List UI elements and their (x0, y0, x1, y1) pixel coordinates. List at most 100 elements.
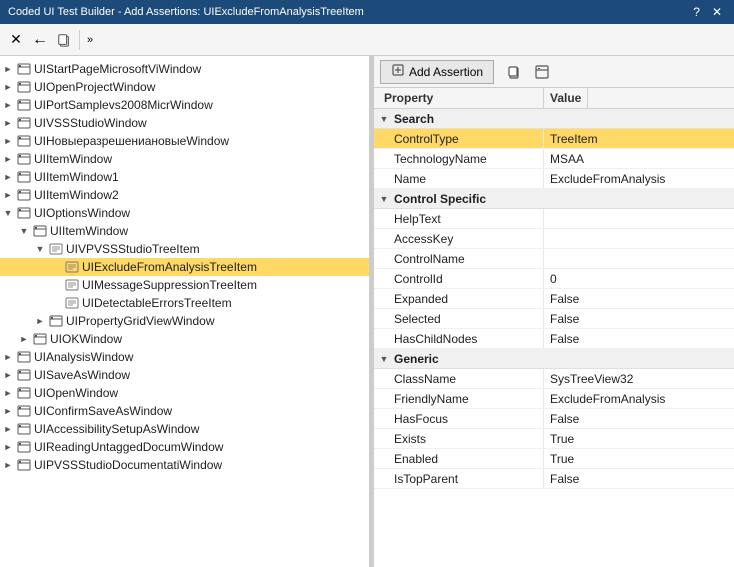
prop-row[interactable]: Expanded False (374, 289, 734, 309)
prop-name: Name (374, 169, 544, 188)
prop-row[interactable]: HelpText (374, 209, 734, 229)
prop-row[interactable]: ClassName SysTreeView32 (374, 369, 734, 389)
prop-value: False (544, 409, 734, 428)
prop-row[interactable]: Enabled True (374, 449, 734, 469)
prop-row[interactable]: Selected False (374, 309, 734, 329)
close-button[interactable]: ✕ (708, 5, 726, 19)
tree-item[interactable]: ►UIOpenWindow (0, 384, 369, 402)
prop-row[interactable]: Name ExcludeFromAnalysis (374, 169, 734, 189)
tree-item-label: UIItemWindow (34, 152, 112, 166)
tree-item[interactable]: ► UISaveAsWindow (0, 366, 369, 384)
tree-item[interactable]: ► UIPortSamplevs2008MicrWindow (0, 96, 369, 114)
prop-row[interactable]: FriendlyName ExcludeFromAnalysis (374, 389, 734, 409)
prop-row[interactable]: ControlType TreeItem (374, 129, 734, 149)
tree-item[interactable]: ► UIAccessibilitySetupAsWindow (0, 420, 369, 438)
property-col-header: Property (374, 88, 544, 108)
tree-expander-icon[interactable]: ► (0, 457, 16, 473)
tree-item-label: UIVSSStudioWindow (34, 116, 147, 130)
add-assertion-button[interactable]: Add Assertion (380, 60, 494, 84)
tree-item-icon (16, 169, 32, 185)
tree-item[interactable]: UIExcludeFromAnalysisTreeItem (0, 258, 369, 276)
tree-item-label: UIPortSamplevs2008MicrWindow (34, 98, 213, 112)
tree-item-label: UISaveAsWindow (34, 368, 130, 382)
tree-expander-icon[interactable]: ► (0, 61, 16, 77)
assertion-copy-button[interactable] (502, 60, 526, 84)
tree-item-icon (16, 205, 32, 221)
tree-expander-icon[interactable]: ► (0, 151, 16, 167)
tree-item-icon (16, 367, 32, 383)
prop-row[interactable]: ControlId 0 (374, 269, 734, 289)
prop-row[interactable]: HasChildNodes False (374, 329, 734, 349)
tree-item[interactable]: ▼UIItemWindow (0, 222, 369, 240)
tree-item-icon (16, 97, 32, 113)
tree-item-label: UIOpenProjectWindow (34, 80, 155, 94)
prop-row[interactable]: HasFocus False (374, 409, 734, 429)
tree-item[interactable]: ►UIPropertyGridViewWindow (0, 312, 369, 330)
prop-group-header[interactable]: ▼ Search (374, 109, 734, 129)
delete-button[interactable]: ✕ (4, 28, 28, 52)
tree-expander-icon[interactable]: ▼ (32, 241, 48, 257)
tree-item[interactable]: ►UIPVSSStudioDocumentatiWindow (0, 456, 369, 474)
prop-row[interactable]: TechnologyName MSAA (374, 149, 734, 169)
more-button[interactable]: » (83, 32, 97, 48)
tree-item-icon (16, 439, 32, 455)
tree-expander-icon[interactable]: ▼ (0, 205, 16, 221)
prop-name: HasChildNodes (374, 329, 544, 348)
tree-expander-icon[interactable]: ► (0, 115, 16, 131)
tree-item[interactable]: ► UIOpenProjectWindow (0, 78, 369, 96)
tree-item[interactable]: UIDetectableErrorsTreeItem (0, 294, 369, 312)
help-button[interactable]: ? (689, 5, 704, 19)
tree-item[interactable]: ► UIVSSStudioWindow (0, 114, 369, 132)
tree-item[interactable]: ► UIConfirmSaveAsWindow (0, 402, 369, 420)
tree-expander-icon[interactable]: ► (0, 169, 16, 185)
prop-row[interactable]: Exists True (374, 429, 734, 449)
tree-item-label: UIAccessibilitySetupAsWindow (34, 422, 199, 436)
tree-item[interactable]: ►UIItemWindow2 (0, 186, 369, 204)
assertion-window-button[interactable] (530, 60, 554, 84)
tree-item[interactable]: ▼UIOptionsWindow (0, 204, 369, 222)
tree-expander-icon[interactable]: ► (0, 367, 16, 383)
tree-item-label: UIConfirmSaveAsWindow (34, 404, 172, 418)
add-icon (391, 63, 405, 80)
tree-item[interactable]: ►UIItemWindow1 (0, 168, 369, 186)
copy-button[interactable] (52, 28, 76, 52)
tree-item[interactable]: ► UIItemWindow (0, 150, 369, 168)
title-text: Coded UI Test Builder - Add Assertions: … (8, 6, 364, 18)
tree-item[interactable]: UIMessageSuppressionTreeItem (0, 276, 369, 294)
tree-item-label: UIDetectableErrorsTreeItem (82, 296, 232, 310)
prop-name: ControlId (374, 269, 544, 288)
prop-row[interactable]: IsTopParent False (374, 469, 734, 489)
tree-item[interactable]: ▼UIVPVSSStudioTreeItem (0, 240, 369, 258)
tree-item[interactable]: ► UIStartPageMicrosoftViWindow (0, 60, 369, 78)
prop-row[interactable]: AccessKey (374, 229, 734, 249)
back-button[interactable]: ← (28, 28, 52, 52)
tree-item[interactable]: ►UIAnalysisWindow (0, 348, 369, 366)
tree-expander-icon[interactable]: ► (0, 403, 16, 419)
group-label: Search (394, 112, 434, 126)
prop-value (544, 229, 734, 248)
tree-expander-icon[interactable]: ► (0, 349, 16, 365)
prop-name: AccessKey (374, 229, 544, 248)
group-expander-icon: ▼ (374, 194, 394, 204)
assertion-toolbar: Add Assertion (374, 56, 734, 88)
tree-item-label: UIStartPageMicrosoftViWindow (34, 62, 201, 76)
tree-expander-icon[interactable]: ► (0, 97, 16, 113)
tree-expander-icon[interactable]: ► (0, 439, 16, 455)
prop-name: HelpText (374, 209, 544, 228)
tree-expander-icon[interactable]: ► (0, 79, 16, 95)
tree-expander-icon[interactable]: ► (32, 313, 48, 329)
tree-expander-icon[interactable]: ► (0, 385, 16, 401)
tree-item-icon (32, 331, 48, 347)
prop-group-header[interactable]: ▼ Control Specific (374, 189, 734, 209)
prop-row[interactable]: ControlName (374, 249, 734, 269)
tree-item[interactable]: ►UIReadingUntaggedDocumWindow (0, 438, 369, 456)
tree-expander-icon[interactable]: ► (0, 133, 16, 149)
tree-item[interactable]: ►UIНовыеразрешениановыеWindow (0, 132, 369, 150)
tree-expander-icon[interactable]: ► (16, 331, 32, 347)
tree-expander-icon[interactable]: ► (0, 421, 16, 437)
tree-area[interactable]: ► UIStartPageMicrosoftViWindow ► UIOpenProj… (0, 56, 369, 567)
prop-group-header[interactable]: ▼ Generic (374, 349, 734, 369)
tree-item[interactable]: ►UIOKWindow (0, 330, 369, 348)
tree-expander-icon[interactable]: ▼ (16, 223, 32, 239)
tree-expander-icon[interactable]: ► (0, 187, 16, 203)
